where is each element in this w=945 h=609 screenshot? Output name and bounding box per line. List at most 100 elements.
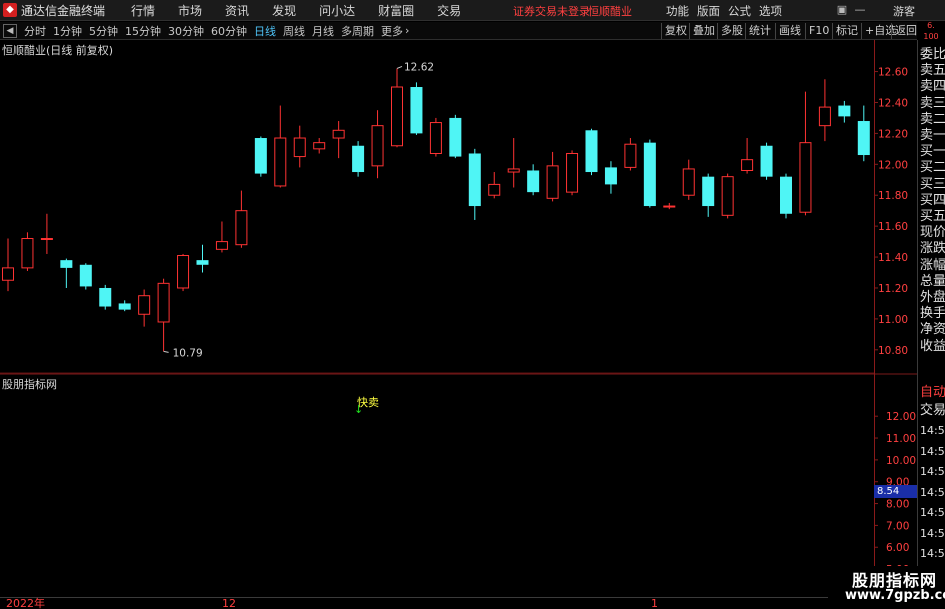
candle-body-up bbox=[507, 168, 520, 173]
menu-functions[interactable]: 功能 bbox=[666, 3, 689, 19]
guest-user[interactable]: 游客 bbox=[893, 3, 915, 19]
window-controls: ▣ — bbox=[833, 2, 869, 18]
back-arrow-icon[interactable]: ◀ bbox=[3, 23, 17, 38]
period-60min[interactable]: 60分钟 bbox=[211, 23, 247, 39]
candle-body-up bbox=[2, 267, 14, 281]
notice-stock-name[interactable]: 恒顺醋业 bbox=[588, 3, 632, 19]
draw-line-button[interactable]: 画线 bbox=[775, 23, 804, 39]
time-label-dec: 12 bbox=[222, 597, 236, 609]
candle-body-up bbox=[371, 125, 384, 167]
menu-market[interactable]: 市场 bbox=[178, 2, 202, 19]
candle-body-down bbox=[760, 145, 773, 177]
period-intraday[interactable]: 分时 bbox=[24, 23, 46, 39]
multi-stock-button[interactable]: 多股 bbox=[717, 23, 746, 39]
candle-body-down bbox=[60, 260, 73, 268]
more-chevron-icon[interactable]: › bbox=[405, 24, 409, 37]
candle-body-up bbox=[313, 142, 326, 150]
candle-body-up bbox=[274, 137, 287, 187]
candle-body-down bbox=[643, 142, 656, 207]
chart-canvas[interactable]: 12.60 12.40 12.20 12.00 11.80 11.60 11.40 11.20… bbox=[0, 40, 917, 597]
candle-body-up bbox=[721, 176, 734, 216]
side-label[interactable]: 14:56 bbox=[920, 443, 945, 461]
side-label[interactable]: 交易 bbox=[920, 402, 945, 420]
candle-body-down bbox=[410, 87, 423, 134]
low-marker bbox=[163, 350, 169, 353]
price-tick-label: 10.80 bbox=[878, 345, 908, 357]
menu-options[interactable]: 选项 bbox=[759, 3, 782, 19]
period-weekly[interactable]: 周线 bbox=[283, 23, 305, 39]
menu-trade[interactable]: 交易 bbox=[437, 2, 461, 19]
candle-body-up bbox=[391, 86, 403, 147]
adjust-button[interactable]: 复权 bbox=[661, 23, 690, 39]
candle-body-up bbox=[332, 129, 345, 139]
indicator-tick-label: 11.00 bbox=[886, 433, 916, 445]
statistics-button[interactable]: 统计 bbox=[745, 23, 774, 39]
indicator-label[interactable]: 股朋指标网 bbox=[2, 376, 57, 392]
side-label[interactable]: 14:56 bbox=[920, 484, 945, 502]
overlay-button[interactable]: 叠加 bbox=[689, 23, 718, 39]
menu-layout[interactable]: 版面 bbox=[697, 3, 720, 19]
candle-body-up bbox=[818, 106, 831, 127]
candle-body-up bbox=[293, 137, 306, 158]
side-label[interactable]: 14:56 bbox=[920, 545, 945, 563]
candle-body-down bbox=[702, 176, 715, 207]
skin-icon[interactable]: ▣ bbox=[833, 2, 851, 18]
candle-body-up bbox=[682, 168, 695, 196]
price-tick-label: 12.20 bbox=[878, 128, 908, 140]
candle-body-up bbox=[21, 238, 34, 269]
low-label: 10.79 bbox=[173, 347, 203, 359]
menu-discover[interactable]: 发现 bbox=[272, 2, 296, 19]
candle-body-down bbox=[838, 105, 851, 117]
price-tick-label: 12.00 bbox=[878, 159, 908, 171]
candle-body-up bbox=[157, 282, 170, 323]
period-monthly[interactable]: 月线 bbox=[312, 23, 334, 39]
candle-body-up bbox=[177, 255, 190, 289]
period-multi[interactable]: 多周期 bbox=[341, 23, 374, 39]
mark-button[interactable]: 标记 bbox=[832, 23, 861, 39]
menu-formula[interactable]: 公式 bbox=[728, 3, 751, 19]
candle-body-down bbox=[254, 138, 267, 174]
sell-arrow-icon: ↓ bbox=[354, 403, 364, 416]
minimize-icon[interactable]: — bbox=[851, 2, 869, 18]
return-button[interactable]: 返回 bbox=[891, 23, 920, 39]
candle-body-up bbox=[663, 205, 676, 208]
candle-body-down bbox=[468, 153, 481, 207]
side-label[interactable]: 14:56 bbox=[920, 504, 945, 522]
period-30min[interactable]: 30分钟 bbox=[168, 23, 204, 39]
period-1min[interactable]: 1分钟 bbox=[53, 23, 82, 39]
candle-body-up bbox=[138, 295, 151, 315]
f10-button[interactable]: F10 bbox=[805, 23, 832, 39]
candle-body-up bbox=[741, 159, 754, 171]
side-label[interactable]: 14:56 bbox=[920, 525, 945, 543]
candle-body-down bbox=[79, 264, 92, 287]
period-daily[interactable]: 日线 bbox=[254, 23, 276, 39]
candle-body-up bbox=[566, 152, 579, 193]
menu-wealth-circle[interactable]: 财富圈 bbox=[378, 2, 414, 19]
period-more[interactable]: 更多 bbox=[381, 23, 403, 39]
candle-body-up bbox=[235, 210, 248, 246]
candle-body-down bbox=[857, 121, 870, 156]
period-5min[interactable]: 5分钟 bbox=[89, 23, 118, 39]
menu-quotes[interactable]: 行情 bbox=[131, 2, 155, 19]
candle-body-up bbox=[215, 241, 228, 250]
side-label[interactable]: 收益 bbox=[920, 338, 945, 356]
candle-body-down bbox=[352, 145, 365, 173]
watermark-url: www.7gpzb.com bbox=[845, 588, 945, 603]
side-label[interactable]: 14:56 bbox=[920, 463, 945, 481]
menu-news[interactable]: 资讯 bbox=[225, 2, 249, 19]
time-label-jan: 1 bbox=[651, 597, 658, 609]
candle-body-down bbox=[449, 117, 462, 157]
price-tick-label: 11.60 bbox=[878, 221, 908, 233]
stock-chart-label[interactable]: 恒顺醋业(日线 前复权) bbox=[2, 42, 113, 58]
side-label[interactable]: 14:56 bbox=[920, 422, 945, 440]
menu-ask-xiaoda[interactable]: 问小达 bbox=[319, 2, 355, 19]
price-tick-label: 11.20 bbox=[878, 283, 908, 295]
side-label[interactable]: 自动 bbox=[920, 384, 945, 402]
candle-body-down bbox=[196, 260, 209, 265]
period-15min[interactable]: 15分钟 bbox=[125, 23, 161, 39]
candlestick-series[interactable] bbox=[2, 68, 870, 352]
candle-body-up bbox=[546, 165, 559, 199]
price-tick-label: 12.60 bbox=[878, 67, 908, 79]
candle-body-down bbox=[118, 303, 131, 310]
trade-login-notice[interactable]: 证券交易未登录 bbox=[513, 3, 590, 19]
